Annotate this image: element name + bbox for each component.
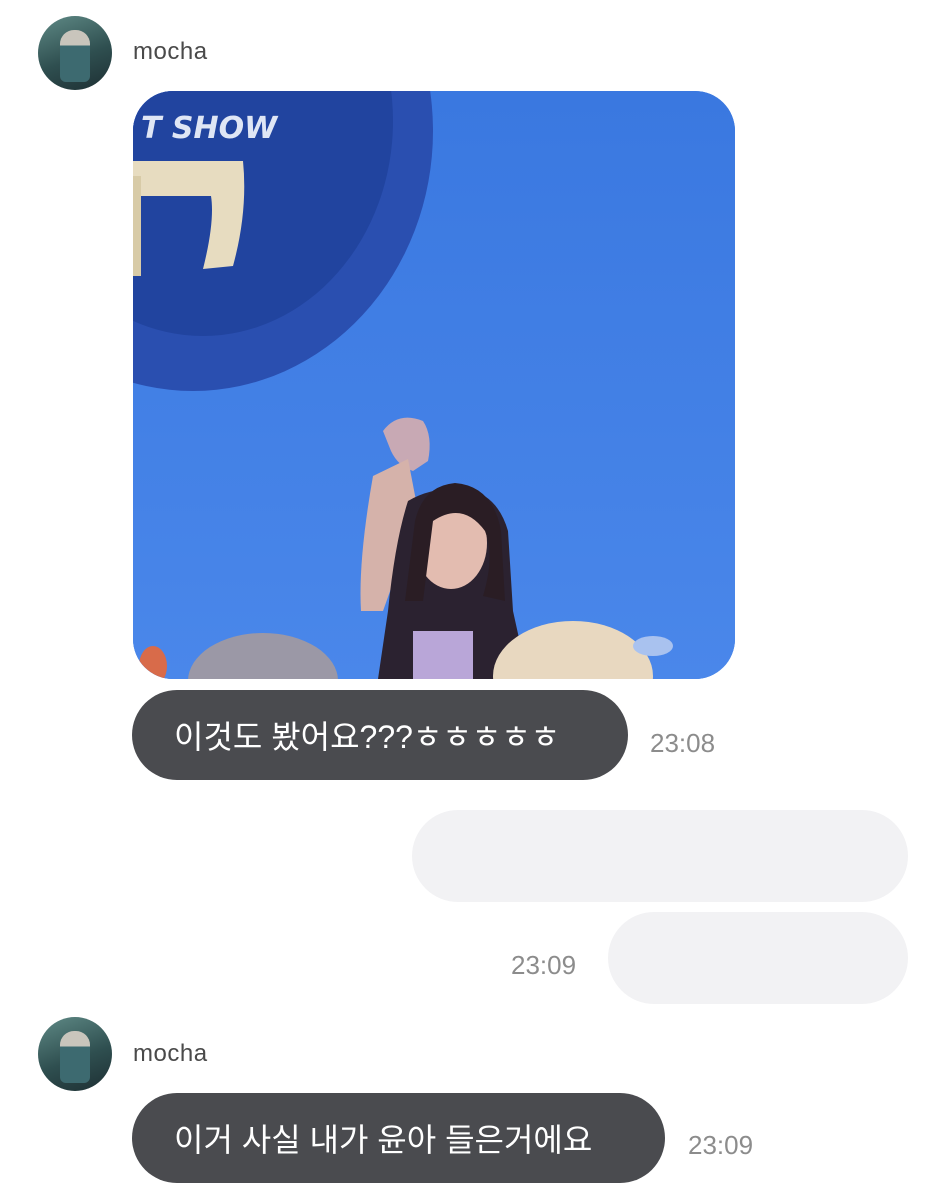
image-overlay-text: T SHOW [141, 111, 279, 146]
sender-avatar[interactable] [38, 1017, 112, 1091]
sender-name: mocha [133, 38, 208, 65]
message-timestamp: 23:09 [511, 950, 577, 980]
message-timestamp: 23:08 [650, 728, 716, 758]
message-timestamp: 23:09 [688, 1130, 754, 1160]
sender-name: mocha [133, 1040, 208, 1067]
image-message[interactable]: T SHOW [133, 91, 735, 679]
outgoing-message-bubble[interactable] [412, 810, 908, 902]
message-text: 이것도 봤어요???ㅎㅎㅎㅎㅎ [174, 719, 561, 755]
incoming-message-bubble[interactable]: 이것도 봤어요???ㅎㅎㅎㅎㅎ [132, 690, 628, 780]
message-text: 이거 사실 내가 윤아 들은거에요 [174, 1122, 593, 1158]
incoming-message-bubble[interactable]: 이거 사실 내가 윤아 들은거에요 [132, 1093, 665, 1183]
sender-avatar[interactable] [38, 16, 112, 90]
image-content: T SHOW [133, 91, 735, 679]
outgoing-message-bubble[interactable] [608, 912, 908, 1004]
